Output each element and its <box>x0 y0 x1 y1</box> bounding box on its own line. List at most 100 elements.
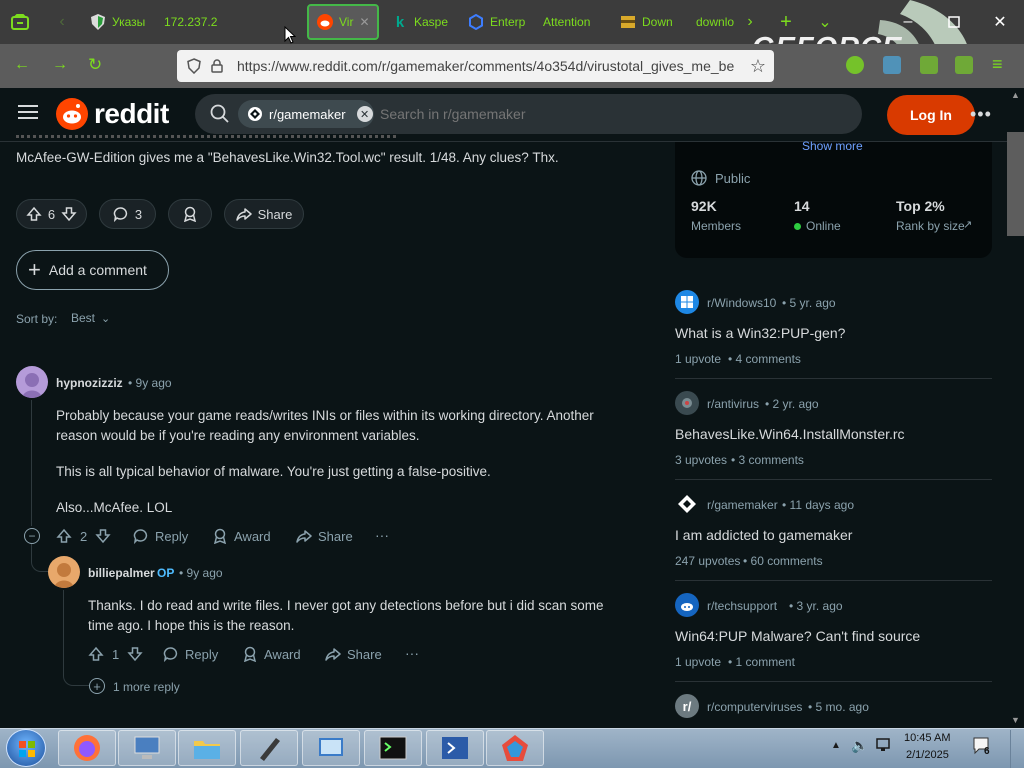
reddit-wordmark[interactable]: reddit <box>94 98 169 130</box>
tab-2[interactable]: 172.237.2 <box>156 4 232 40</box>
terminal-icon[interactable] <box>364 730 422 766</box>
scroll-up-arrow-icon[interactable]: ▲ <box>1011 90 1020 100</box>
extension-icon[interactable] <box>955 56 973 74</box>
tab-6[interactable]: Attention <box>535 4 605 40</box>
forward-arrow-icon[interactable]: → <box>52 56 68 74</box>
award-button[interactable] <box>168 199 212 229</box>
downvote-arrow-icon[interactable] <box>61 206 77 222</box>
network-icon[interactable] <box>876 738 894 752</box>
more-options-icon[interactable]: ··· <box>375 527 389 543</box>
related-subreddit[interactable]: r/techsupport <box>707 599 777 613</box>
upvote-arrow-icon[interactable] <box>26 206 42 222</box>
login-button[interactable]: Log In <box>887 95 975 135</box>
show-more-link[interactable]: Show more <box>802 139 863 153</box>
scroll-down-arrow-icon[interactable]: ▼ <box>1011 715 1020 725</box>
minimize-window-icon[interactable]: – <box>896 10 920 34</box>
comments-button[interactable]: 3 <box>99 199 156 229</box>
avatar[interactable] <box>48 556 80 588</box>
comment-bubble-icon <box>133 528 149 544</box>
related-subreddit[interactable]: r/Windows10 <box>707 296 776 310</box>
chip-remove-icon[interactable]: ✕ <box>356 106 373 122</box>
tab-8[interactable]: downlo <box>688 4 736 40</box>
extension-icon[interactable] <box>846 56 864 74</box>
techsupport-subreddit-icon[interactable] <box>675 593 699 617</box>
more-options-icon[interactable]: ··· <box>405 645 419 661</box>
maximize-window-icon[interactable] <box>942 10 966 34</box>
extension-icon[interactable] <box>883 56 901 74</box>
notepad-pen-icon[interactable] <box>240 730 298 766</box>
firefox-icon[interactable] <box>58 730 116 766</box>
reply-button[interactable]: Reply <box>163 646 218 662</box>
notifications-icon[interactable] <box>972 736 994 756</box>
gamemaker-icon[interactable] <box>675 492 699 516</box>
comment-author[interactable]: billiepalmer <box>88 566 155 580</box>
new-tab-icon[interactable]: + <box>774 10 798 34</box>
reload-icon[interactable]: ↻ <box>88 55 102 75</box>
tab-5[interactable]: Enterp <box>460 4 526 40</box>
share-button[interactable]: Share <box>325 646 382 662</box>
browser-menu-icon[interactable]: ≡ <box>992 54 1003 75</box>
related-subreddit[interactable]: r/gamemaker <box>707 498 778 512</box>
window-app-icon[interactable] <box>302 730 360 766</box>
avatar[interactable] <box>16 366 48 398</box>
address-bar[interactable]: https://www.reddit.com/r/gamemaker/comme… <box>177 50 774 82</box>
related-subreddit[interactable]: r/antivirus <box>707 397 759 411</box>
bookmark-star-icon[interactable]: ☆ <box>750 56 766 77</box>
sort-dropdown[interactable]: Best ⌄ <box>71 311 110 325</box>
windows-subreddit-icon[interactable] <box>675 290 699 314</box>
downvote-arrow-icon[interactable] <box>95 528 111 544</box>
more-options-icon[interactable]: ••• <box>970 104 992 125</box>
downvote-arrow-icon[interactable] <box>127 646 143 662</box>
clock-date[interactable]: 2/1/2025 <box>906 749 949 761</box>
upvote-arrow-icon[interactable] <box>88 646 104 662</box>
more-replies-link[interactable]: 1 more reply <box>113 680 180 694</box>
tab-close-icon[interactable]: ✕ <box>359 15 369 29</box>
close-window-icon[interactable]: ✕ <box>988 10 1012 34</box>
show-hidden-icons-icon[interactable]: ▲ <box>831 740 841 751</box>
computerviruses-subreddit-icon[interactable]: r/ <box>675 694 699 718</box>
comment-author[interactable]: hypnozizziz <box>56 376 123 390</box>
colorful-app-icon[interactable] <box>486 730 544 766</box>
powershell-icon[interactable] <box>426 730 484 766</box>
award-ribbon-icon <box>212 528 228 544</box>
tabs-scroll-left-icon[interactable]: ‹ <box>50 10 74 34</box>
tab-1[interactable]: Указы <box>82 4 154 40</box>
share-button[interactable]: Share <box>224 199 304 229</box>
tab-3-active[interactable]: Vir ✕ <box>307 4 379 40</box>
tab-4[interactable]: k Kaspe <box>384 4 448 40</box>
back-arrow-icon[interactable]: ← <box>14 56 30 74</box>
related-post-title[interactable]: BehavesLike.Win64.InstallMonster.rc <box>675 426 905 442</box>
related-time: • 5 mo. ago <box>808 700 869 714</box>
rank-label[interactable]: Rank by size <box>896 219 965 233</box>
start-button[interactable] <box>6 729 46 767</box>
expand-replies-icon[interactable]: + <box>89 678 105 694</box>
related-post-title[interactable]: Win64:PUP Malware? Can't find source <box>675 628 920 644</box>
volume-icon[interactable]: 🔈 <box>851 737 868 754</box>
clock-time[interactable]: 10:45 AM <box>904 732 950 744</box>
thread-line[interactable] <box>31 400 32 526</box>
folder-icon[interactable] <box>178 730 236 766</box>
award-button[interactable]: Award <box>212 528 271 544</box>
related-post-title[interactable]: What is a Win32:PUP-gen? <box>675 325 845 341</box>
tabs-scroll-right-icon[interactable]: › <box>738 10 762 34</box>
reddit-logo-icon[interactable] <box>56 98 88 130</box>
show-desktop-button[interactable] <box>1010 730 1024 768</box>
search-input[interactable] <box>380 100 850 128</box>
antivirus-subreddit-icon[interactable] <box>675 391 699 415</box>
hamburger-menu-icon[interactable] <box>18 104 38 120</box>
extension-icon[interactable] <box>920 56 938 74</box>
scrollbar-thumb[interactable] <box>1007 132 1024 236</box>
reply-button[interactable]: Reply <box>133 528 188 544</box>
share-button[interactable]: Share <box>296 528 353 544</box>
thread-line[interactable] <box>63 590 64 644</box>
related-post-title[interactable]: I am addicted to gamemaker <box>675 527 852 543</box>
related-subreddit[interactable]: r/computerviruses <box>707 700 802 714</box>
subreddit-filter-chip[interactable]: r/gamemaker ✕ <box>238 100 374 128</box>
computer-icon[interactable] <box>118 730 176 766</box>
collapse-thread-icon[interactable]: − <box>24 528 40 544</box>
tab-manager-icon[interactable] <box>8 10 32 34</box>
upvote-arrow-icon[interactable] <box>56 528 72 544</box>
add-comment-button[interactable]: + Add a comment <box>16 250 169 290</box>
tab-7[interactable]: Down <box>612 4 684 40</box>
award-button[interactable]: Award <box>242 646 301 662</box>
